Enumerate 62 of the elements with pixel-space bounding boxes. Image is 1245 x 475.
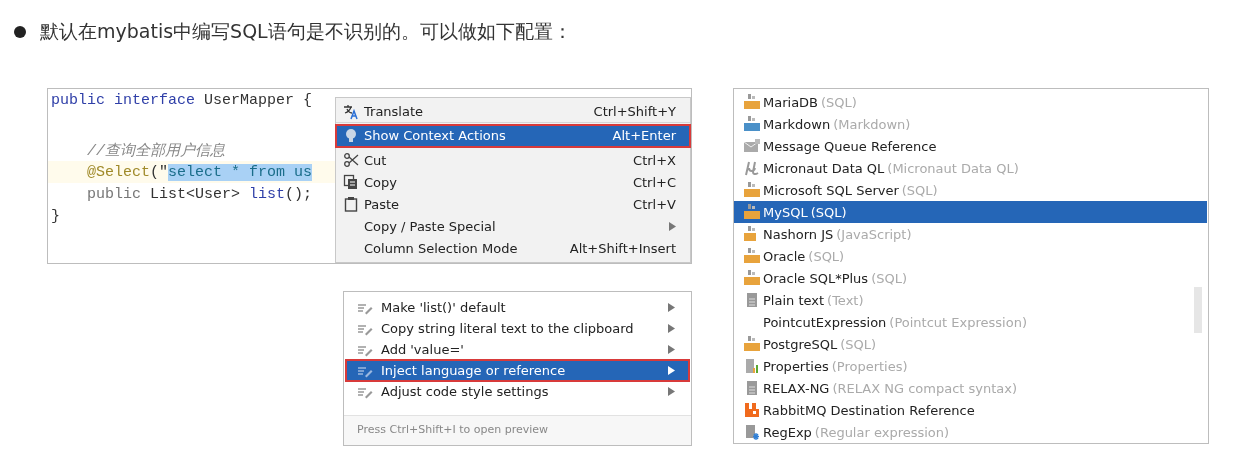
submenu-arrow-icon [669, 221, 676, 231]
copy-icon [343, 174, 359, 190]
menu-item[interactable]: Copy Ctrl+C [336, 171, 690, 193]
rabbit-logo-icon [744, 402, 760, 418]
submenu-arrow-icon [668, 303, 675, 312]
list-item[interactable]: Micronaut Data QL (Micronaut Data QL) [734, 157, 1207, 179]
document-icon [744, 292, 760, 308]
list-item[interactable]: RabbitMQ Destination Reference [734, 399, 1207, 421]
menu-item[interactable]: Add 'value=' [346, 339, 689, 360]
menu-item[interactable]: Make 'list()' default [346, 297, 689, 318]
menu-item[interactable]: Paste Ctrl+V [336, 193, 690, 215]
markdown-file-icon [744, 116, 760, 132]
list-item[interactable]: Oracle (SQL) [734, 245, 1207, 267]
bar-chart-icon [744, 358, 760, 374]
list-item[interactable]: Oracle SQL*Plus (SQL) [734, 267, 1207, 289]
code-line: public interface UserMapper { [50, 90, 313, 111]
lightbulb-icon [343, 127, 359, 144]
menu-item[interactable]: Adjust code style settings [346, 381, 689, 402]
submenu-arrow-icon [668, 366, 675, 375]
list-item[interactable]: Properties (Properties) [734, 355, 1207, 377]
database-icon [744, 336, 760, 352]
menu-item[interactable]: Inject language or reference [346, 360, 689, 381]
submenu-arrow-icon [668, 345, 675, 354]
database-icon [744, 248, 760, 264]
menu-item[interactable]: Copy / Paste Special [336, 215, 690, 237]
bullet [14, 26, 26, 38]
list-item[interactable]: RELAX-NG (RELAX NG compact syntax) [734, 377, 1207, 399]
submenu-arrow-icon [668, 387, 675, 396]
heading-text: 默认在mybatis中编写SQL语句是不识别的。可以做如下配置： [40, 19, 572, 44]
menu-item[interactable]: Translate Ctrl+Shift+Y [336, 101, 690, 123]
list-item[interactable]: Message Queue Reference [734, 135, 1207, 157]
code-line: public List<User> list(); [86, 184, 313, 205]
menu-item[interactable]: Cut Ctrl+X [336, 149, 690, 171]
menu-item[interactable]: Column Selection Mode Alt+Shift+Insert [336, 237, 690, 259]
list-item[interactable]: RegExp (Regular expression) [734, 421, 1207, 443]
code-line: } [50, 206, 60, 227]
menu-item[interactable]: Show Context Actions Alt+Enter [336, 125, 690, 147]
document-icon [744, 380, 760, 396]
database-icon [744, 204, 760, 220]
list-item[interactable]: Plain text (Text) [734, 289, 1207, 311]
code-line: @Select("select * from us [86, 162, 313, 183]
list-item[interactable]: Markdown (Markdown) [734, 113, 1207, 135]
menu-item[interactable]: Copy string literal text to the clipboard [346, 318, 689, 339]
hint-text: Press Ctrl+Shift+I to open preview [344, 415, 691, 445]
list-item[interactable]: Nashorn JS (JavaScript) [734, 223, 1207, 245]
database-icon [744, 182, 760, 198]
envelope-icon [744, 138, 760, 154]
list-item[interactable]: PointcutExpression (Pointcut Expression) [734, 311, 1207, 333]
database-icon [744, 94, 760, 110]
mu-icon [744, 160, 760, 176]
submenu-arrow-icon [668, 324, 675, 333]
scrollbar-thumb[interactable] [1194, 287, 1202, 333]
translate-icon [343, 103, 359, 120]
database-icon [744, 270, 760, 286]
list-item[interactable]: Microsoft SQL Server (SQL) [734, 179, 1207, 201]
regex-file-icon [744, 424, 760, 440]
list-item[interactable]: MySQL (SQL) [734, 201, 1207, 223]
list-item[interactable]: MariaDB (SQL) [734, 91, 1207, 113]
scissors-icon [343, 152, 359, 168]
list-item[interactable]: PostgreSQL (SQL) [734, 333, 1207, 355]
clipboard-icon [343, 196, 359, 212]
code-line: //查询全部用户信息 [86, 141, 225, 161]
